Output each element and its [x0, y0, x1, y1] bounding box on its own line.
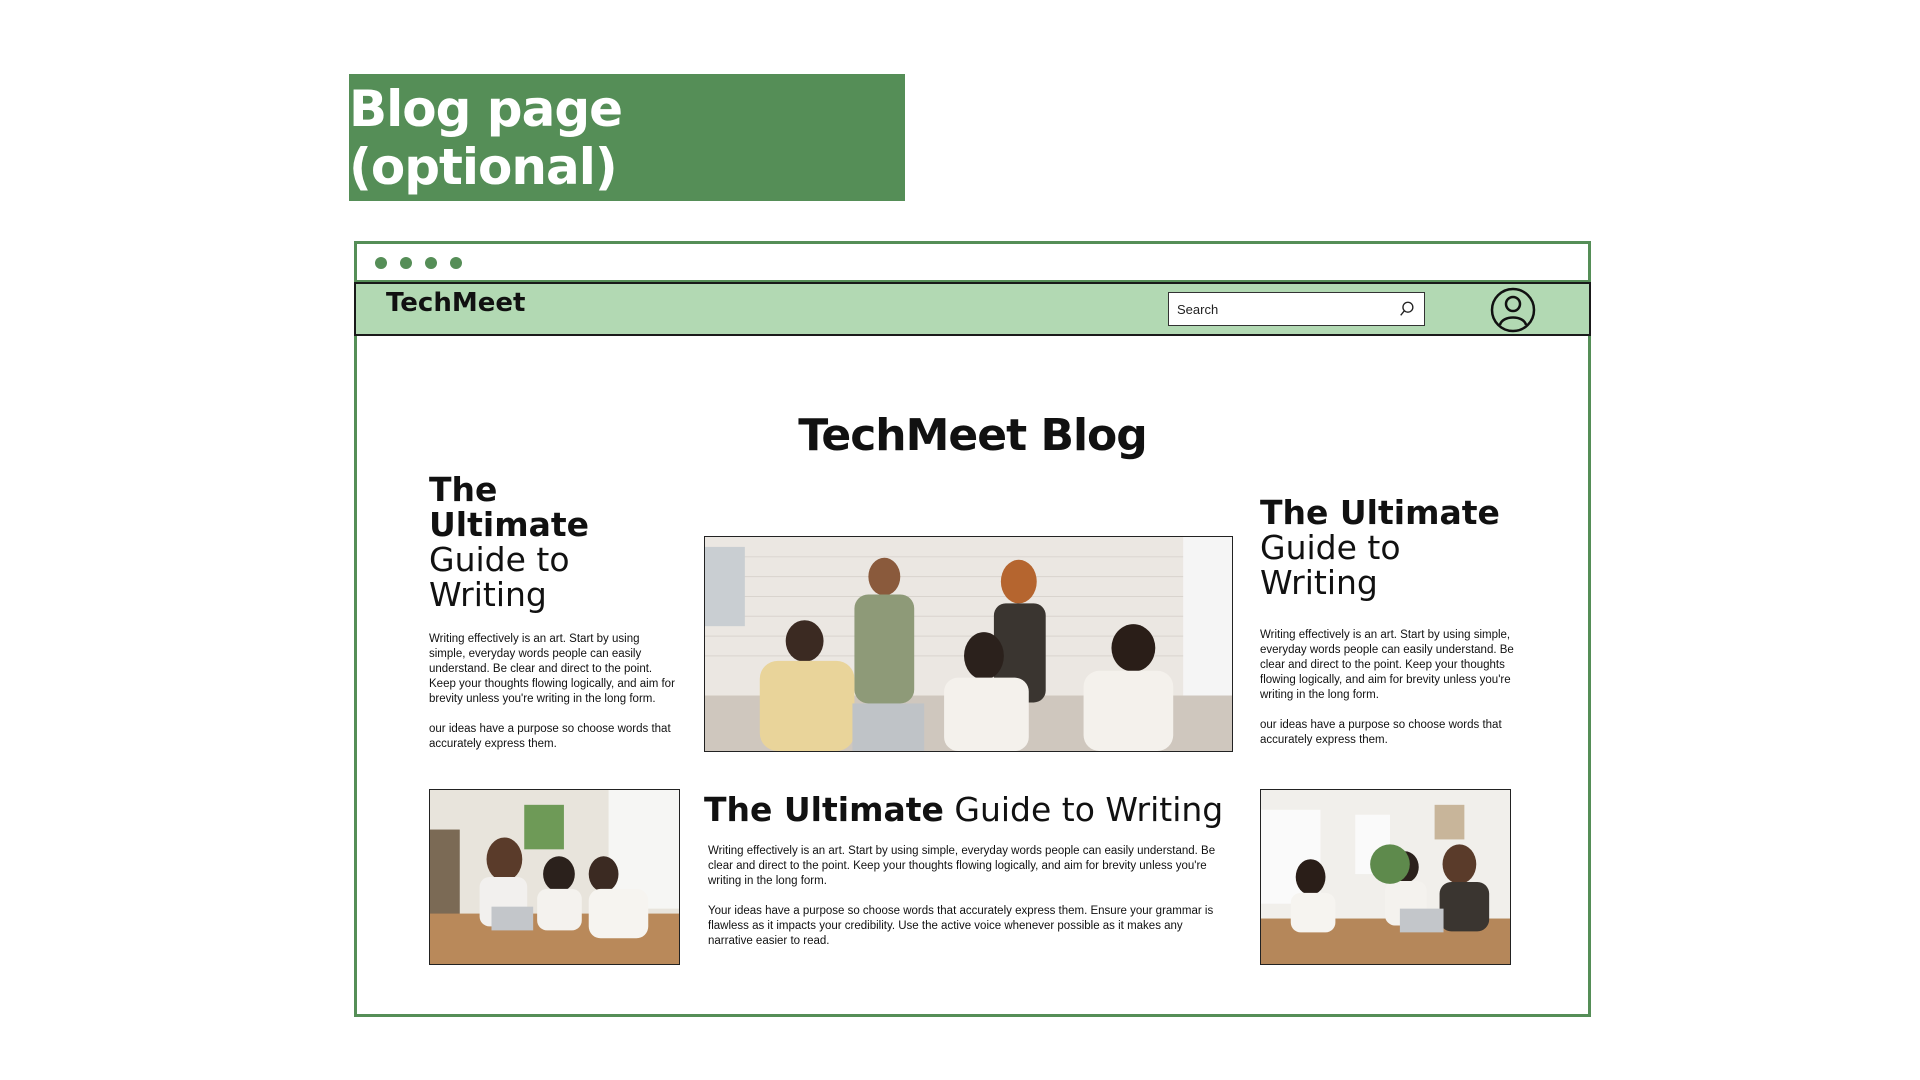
- post-thumbnail-photo[interactable]: [1260, 789, 1511, 965]
- search-input[interactable]: [1177, 301, 1398, 317]
- window-dot[interactable]: [400, 257, 412, 269]
- browser-window: TechMeet TechMeet Blog The Ultimate Guid…: [354, 241, 1591, 1017]
- window-dot[interactable]: [425, 257, 437, 269]
- post-title-light: Guide to Writing: [429, 540, 570, 614]
- post-excerpt: Writing effectively is an art. Start by …: [429, 632, 679, 752]
- featured-photo[interactable]: [704, 536, 1233, 752]
- post-paragraph: Writing effectively is an art. Start by …: [429, 633, 675, 705]
- post-thumbnail-photo[interactable]: [429, 789, 680, 965]
- search-icon[interactable]: [1398, 300, 1416, 318]
- blog-post-left[interactable]: The Ultimate Guide to Writing Writing ef…: [429, 472, 679, 752]
- browser-chrome-bar: [357, 244, 1588, 282]
- post-paragraph: Writing effectively is an art. Start by …: [1260, 629, 1514, 701]
- post-paragraph: Writing effectively is an art. Start by …: [708, 845, 1216, 887]
- post-paragraph: our ideas have a purpose so choose words…: [429, 723, 671, 750]
- post-title-light: Guide to Writing: [954, 790, 1224, 829]
- user-avatar-icon[interactable]: [1490, 287, 1536, 333]
- post-title-bold: The Ultimate: [704, 790, 944, 829]
- window-dot[interactable]: [450, 257, 462, 269]
- post-paragraph: Your ideas have a purpose so choose word…: [708, 905, 1214, 947]
- post-paragraph: our ideas have a purpose so choose words…: [1260, 719, 1502, 746]
- slide-title: Blog page (optional): [349, 74, 905, 201]
- post-title[interactable]: The Ultimate Guide to Writing: [704, 790, 1224, 830]
- search-box[interactable]: [1168, 292, 1425, 326]
- window-dots: [375, 257, 462, 269]
- post-title-bold: The Ultimate: [429, 470, 590, 544]
- post-title[interactable]: The Ultimate Guide to Writing: [1260, 495, 1515, 600]
- blog-post-center[interactable]: The Ultimate Guide to Writing Writing ef…: [704, 790, 1224, 949]
- post-title-light: Guide to Writing: [1260, 528, 1401, 602]
- post-excerpt: Writing effectively is an art. Start by …: [1260, 628, 1515, 748]
- post-title[interactable]: The Ultimate Guide to Writing: [429, 472, 679, 612]
- post-excerpt: Writing effectively is an art. Start by …: [704, 844, 1224, 949]
- brand-logo[interactable]: TechMeet: [386, 288, 525, 318]
- site-navbar: TechMeet: [354, 282, 1591, 336]
- page-title: TechMeet Blog: [798, 410, 1148, 461]
- window-dot[interactable]: [375, 257, 387, 269]
- blog-post-right[interactable]: The Ultimate Guide to Writing Writing ef…: [1260, 495, 1515, 748]
- post-title-bold: The Ultimate: [1260, 493, 1500, 532]
